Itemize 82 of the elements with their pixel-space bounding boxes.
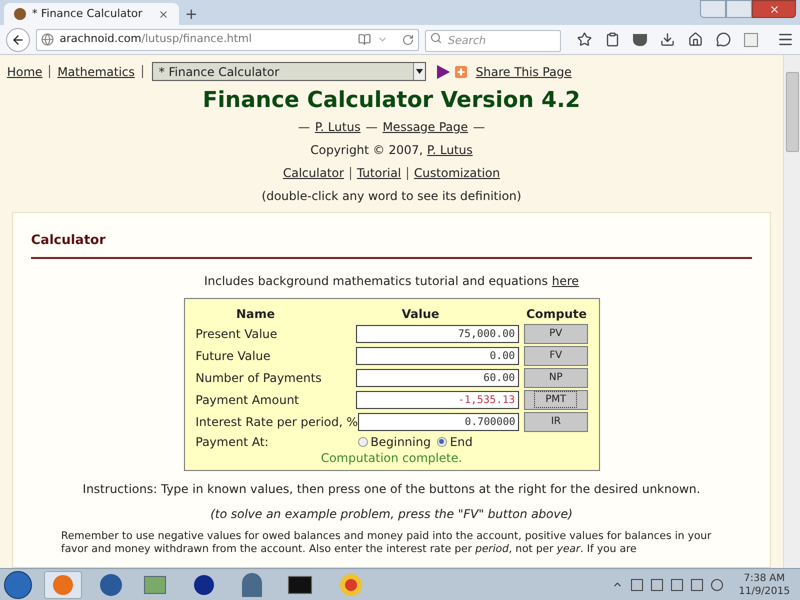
new-tab-button[interactable]: + [185, 7, 198, 22]
dash-text: — [473, 120, 486, 135]
field-label: Interest Rate per period, % [196, 414, 358, 430]
value-field[interactable]: 75,000.00 [356, 324, 519, 342]
field-label: Number of Payments [196, 370, 323, 386]
search-field[interactable]: Search [425, 30, 561, 52]
value-field[interactable]: 60.00 [356, 368, 519, 386]
tray-icon[interactable] [650, 578, 663, 590]
text-link[interactable]: P. Lutus [426, 143, 473, 158]
example-text: (to solve an example problem, press the "FV" button above) [209, 506, 574, 522]
menu-icon[interactable] [777, 31, 794, 48]
copyright-text: Copyright © 2007, [310, 143, 423, 158]
status-text: Computation complete. [320, 450, 464, 464]
column-header: Compute [526, 306, 588, 322]
download-icon[interactable] [660, 32, 675, 47]
back-button[interactable] [6, 28, 30, 52]
reload-icon[interactable] [402, 34, 414, 46]
hint-text: (double-click any word to see its definition) [262, 189, 522, 204]
caret-icon [416, 69, 423, 74]
field-label: Payment At: [196, 434, 270, 450]
clock-time: 7:38 AM [744, 572, 785, 584]
reader-icon[interactable] [358, 33, 371, 46]
section-link[interactable]: Calculator [282, 166, 344, 181]
extension-icon[interactable] [744, 32, 758, 46]
address-bar[interactable]: arachnoid.com/lutusp/finance.html [36, 28, 419, 50]
instructions-text: Instructions: Type in known values, then press one of the buttons at the right for the desired unknown. [82, 480, 702, 498]
start-button[interactable] [4, 570, 32, 598]
compute-button[interactable]: FV [524, 346, 588, 366]
tab-title: * Finance Calculator [32, 6, 144, 22]
field-label: Payment Amount [196, 392, 300, 408]
close-button[interactable] [752, 0, 796, 18]
dropdown-arrow-button[interactable] [412, 63, 425, 80]
tray-icon[interactable] [690, 578, 703, 590]
section-link[interactable]: Tutorial [356, 166, 402, 181]
scrollbar[interactable] [783, 55, 800, 568]
chat-icon[interactable] [716, 32, 731, 47]
text-link[interactable]: Message Page [382, 120, 468, 135]
tray-icon[interactable] [670, 578, 683, 590]
home-icon[interactable] [688, 32, 703, 47]
close-icon [768, 4, 780, 14]
text-link[interactable]: P. Lutus [314, 120, 361, 135]
paragraph-text: Remember to use negative values for owed balances and money paid into the account, positive values for balances in your favor and money withdrawn from the account. Also enter the interest rate per period, not per year. If you are [60, 530, 712, 556]
nav-link[interactable]: Home [7, 62, 42, 80]
compute-button[interactable]: PV [524, 324, 588, 344]
shield-icon[interactable] [633, 34, 647, 46]
clipboard-icon[interactable] [605, 32, 620, 47]
tray-icon[interactable] [630, 578, 643, 590]
intro-text: Includes background mathematics tutorial and equations [204, 272, 548, 290]
value-field[interactable]: 0.00 [356, 346, 519, 364]
compute-button[interactable]: NP [524, 368, 588, 388]
search-icon [430, 32, 442, 44]
clock-date: 11/9/2015 [738, 584, 790, 598]
site-icon [14, 8, 26, 20]
browser-tab[interactable]: * Finance Calculator [4, 3, 179, 25]
url-text: arachnoid.com/lutusp/finance.html [60, 31, 253, 48]
value-field[interactable]: -1,535.13 [356, 390, 519, 408]
text-link[interactable]: here [552, 272, 579, 290]
tray-icon[interactable] [710, 578, 723, 590]
field-label: Future Value [196, 348, 272, 364]
plus-icon [454, 66, 467, 78]
taskbar-app-icon[interactable] [288, 576, 312, 594]
radio-option[interactable]: End [436, 432, 473, 450]
taskbar-app-icon[interactable] [194, 574, 214, 594]
close-icon[interactable] [158, 8, 169, 20]
dash-text: — [366, 120, 378, 135]
bookmark-star-icon[interactable] [577, 32, 592, 47]
section-heading: Calculator [31, 231, 752, 258]
column-header: Name [235, 306, 276, 322]
share-link[interactable]: Share This Page [476, 62, 572, 80]
column-header: Value [400, 306, 440, 322]
triangle-arrow-icon [436, 64, 450, 78]
nav-link[interactable]: Mathematics [57, 62, 135, 80]
radio-option[interactable]: Beginning [358, 432, 431, 450]
compute-button[interactable]: IR [524, 412, 588, 432]
page-title: Finance Calculator Version 4.2 [202, 87, 582, 115]
globe-icon [40, 33, 54, 46]
compute-button[interactable]: PMT [524, 390, 588, 410]
section-link[interactable]: Customization [414, 166, 500, 181]
value-field[interactable]: 0.700000 [358, 412, 520, 430]
dash-text: — [298, 120, 310, 135]
page-select[interactable]: * Finance Calculator [152, 62, 426, 81]
field-label: Present Value [196, 326, 278, 342]
